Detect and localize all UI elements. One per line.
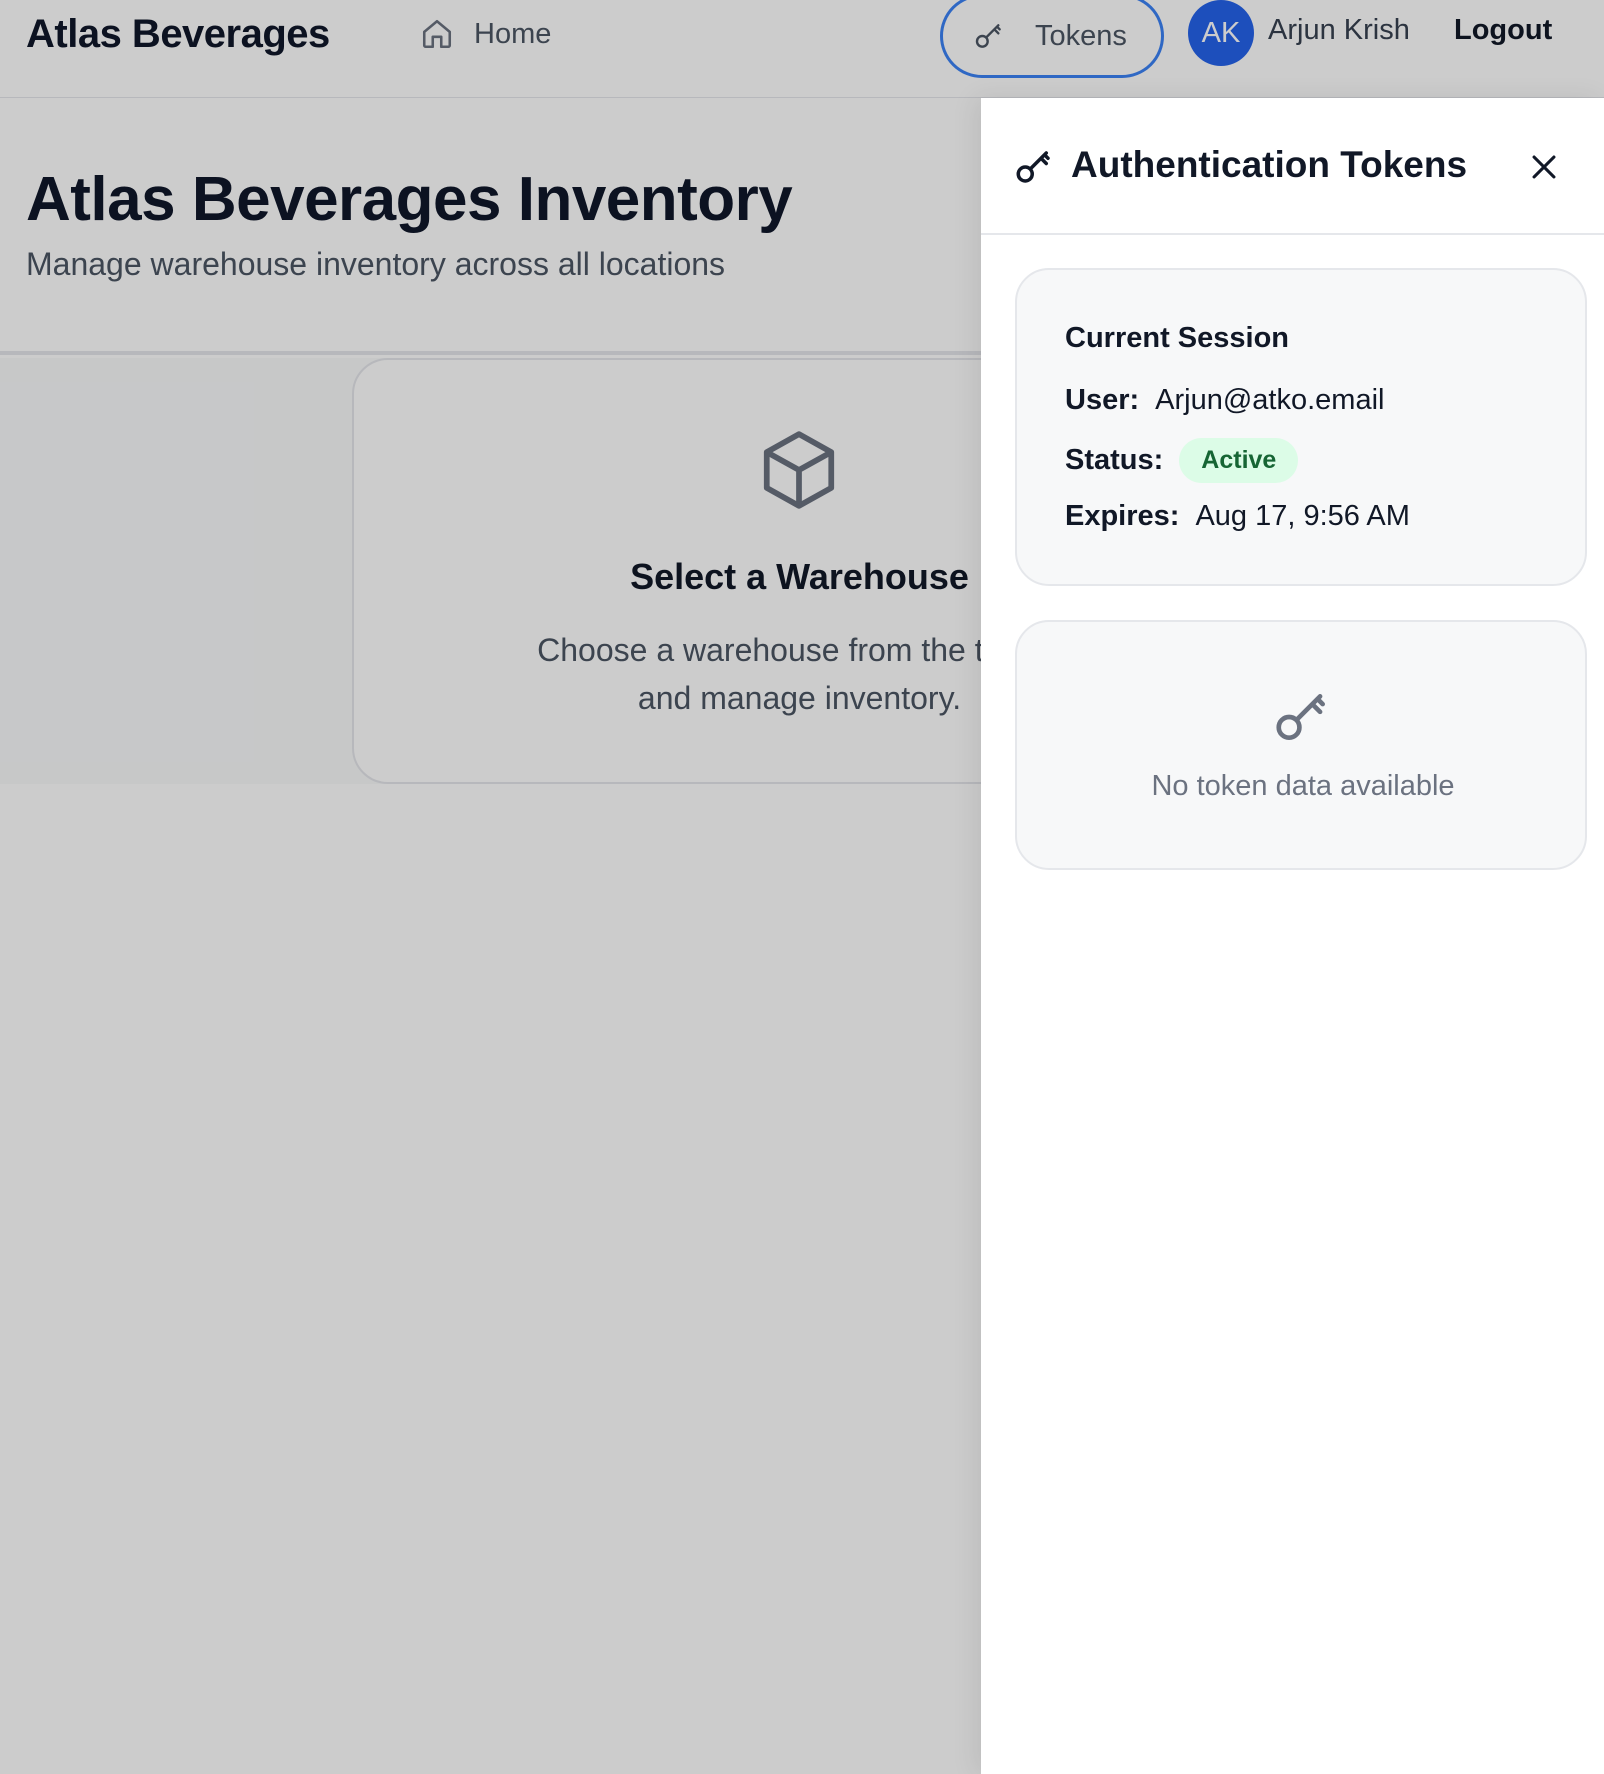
session-heading: Current Session: [1065, 322, 1289, 354]
session-user-row: User: Arjun@atko.email: [1065, 384, 1384, 417]
no-token-message: No token data available: [1151, 770, 1455, 802]
page: Atlas Beverages Home Tokens AK Arjun Kri…: [0, 0, 1604, 1774]
session-expires-label: Expires:: [1065, 500, 1180, 532]
key-icon: [1016, 151, 1050, 183]
session-expires-row: Expires: Aug 17, 9:56 AM: [1065, 500, 1410, 533]
status-badge: Active: [1179, 438, 1299, 483]
drawer-header: Authentication Tokens: [981, 98, 1604, 235]
session-status-row: Status: Active: [1065, 438, 1299, 483]
close-icon[interactable]: [1527, 150, 1561, 184]
session-expires-value: Aug 17, 9:56 AM: [1195, 500, 1410, 532]
current-session-card: Current Session User: Arjun@atko.email S…: [1015, 268, 1587, 586]
key-icon: [1276, 694, 1325, 740]
no-token-card: No token data available: [1015, 620, 1587, 870]
session-user-value: Arjun@atko.email: [1155, 384, 1385, 416]
drawer-title: Authentication Tokens: [1071, 144, 1468, 185]
session-user-label: User:: [1065, 384, 1140, 416]
tokens-drawer: Authentication Tokens Current Session Us…: [981, 98, 1604, 1774]
session-status-label: Status:: [1065, 444, 1164, 476]
